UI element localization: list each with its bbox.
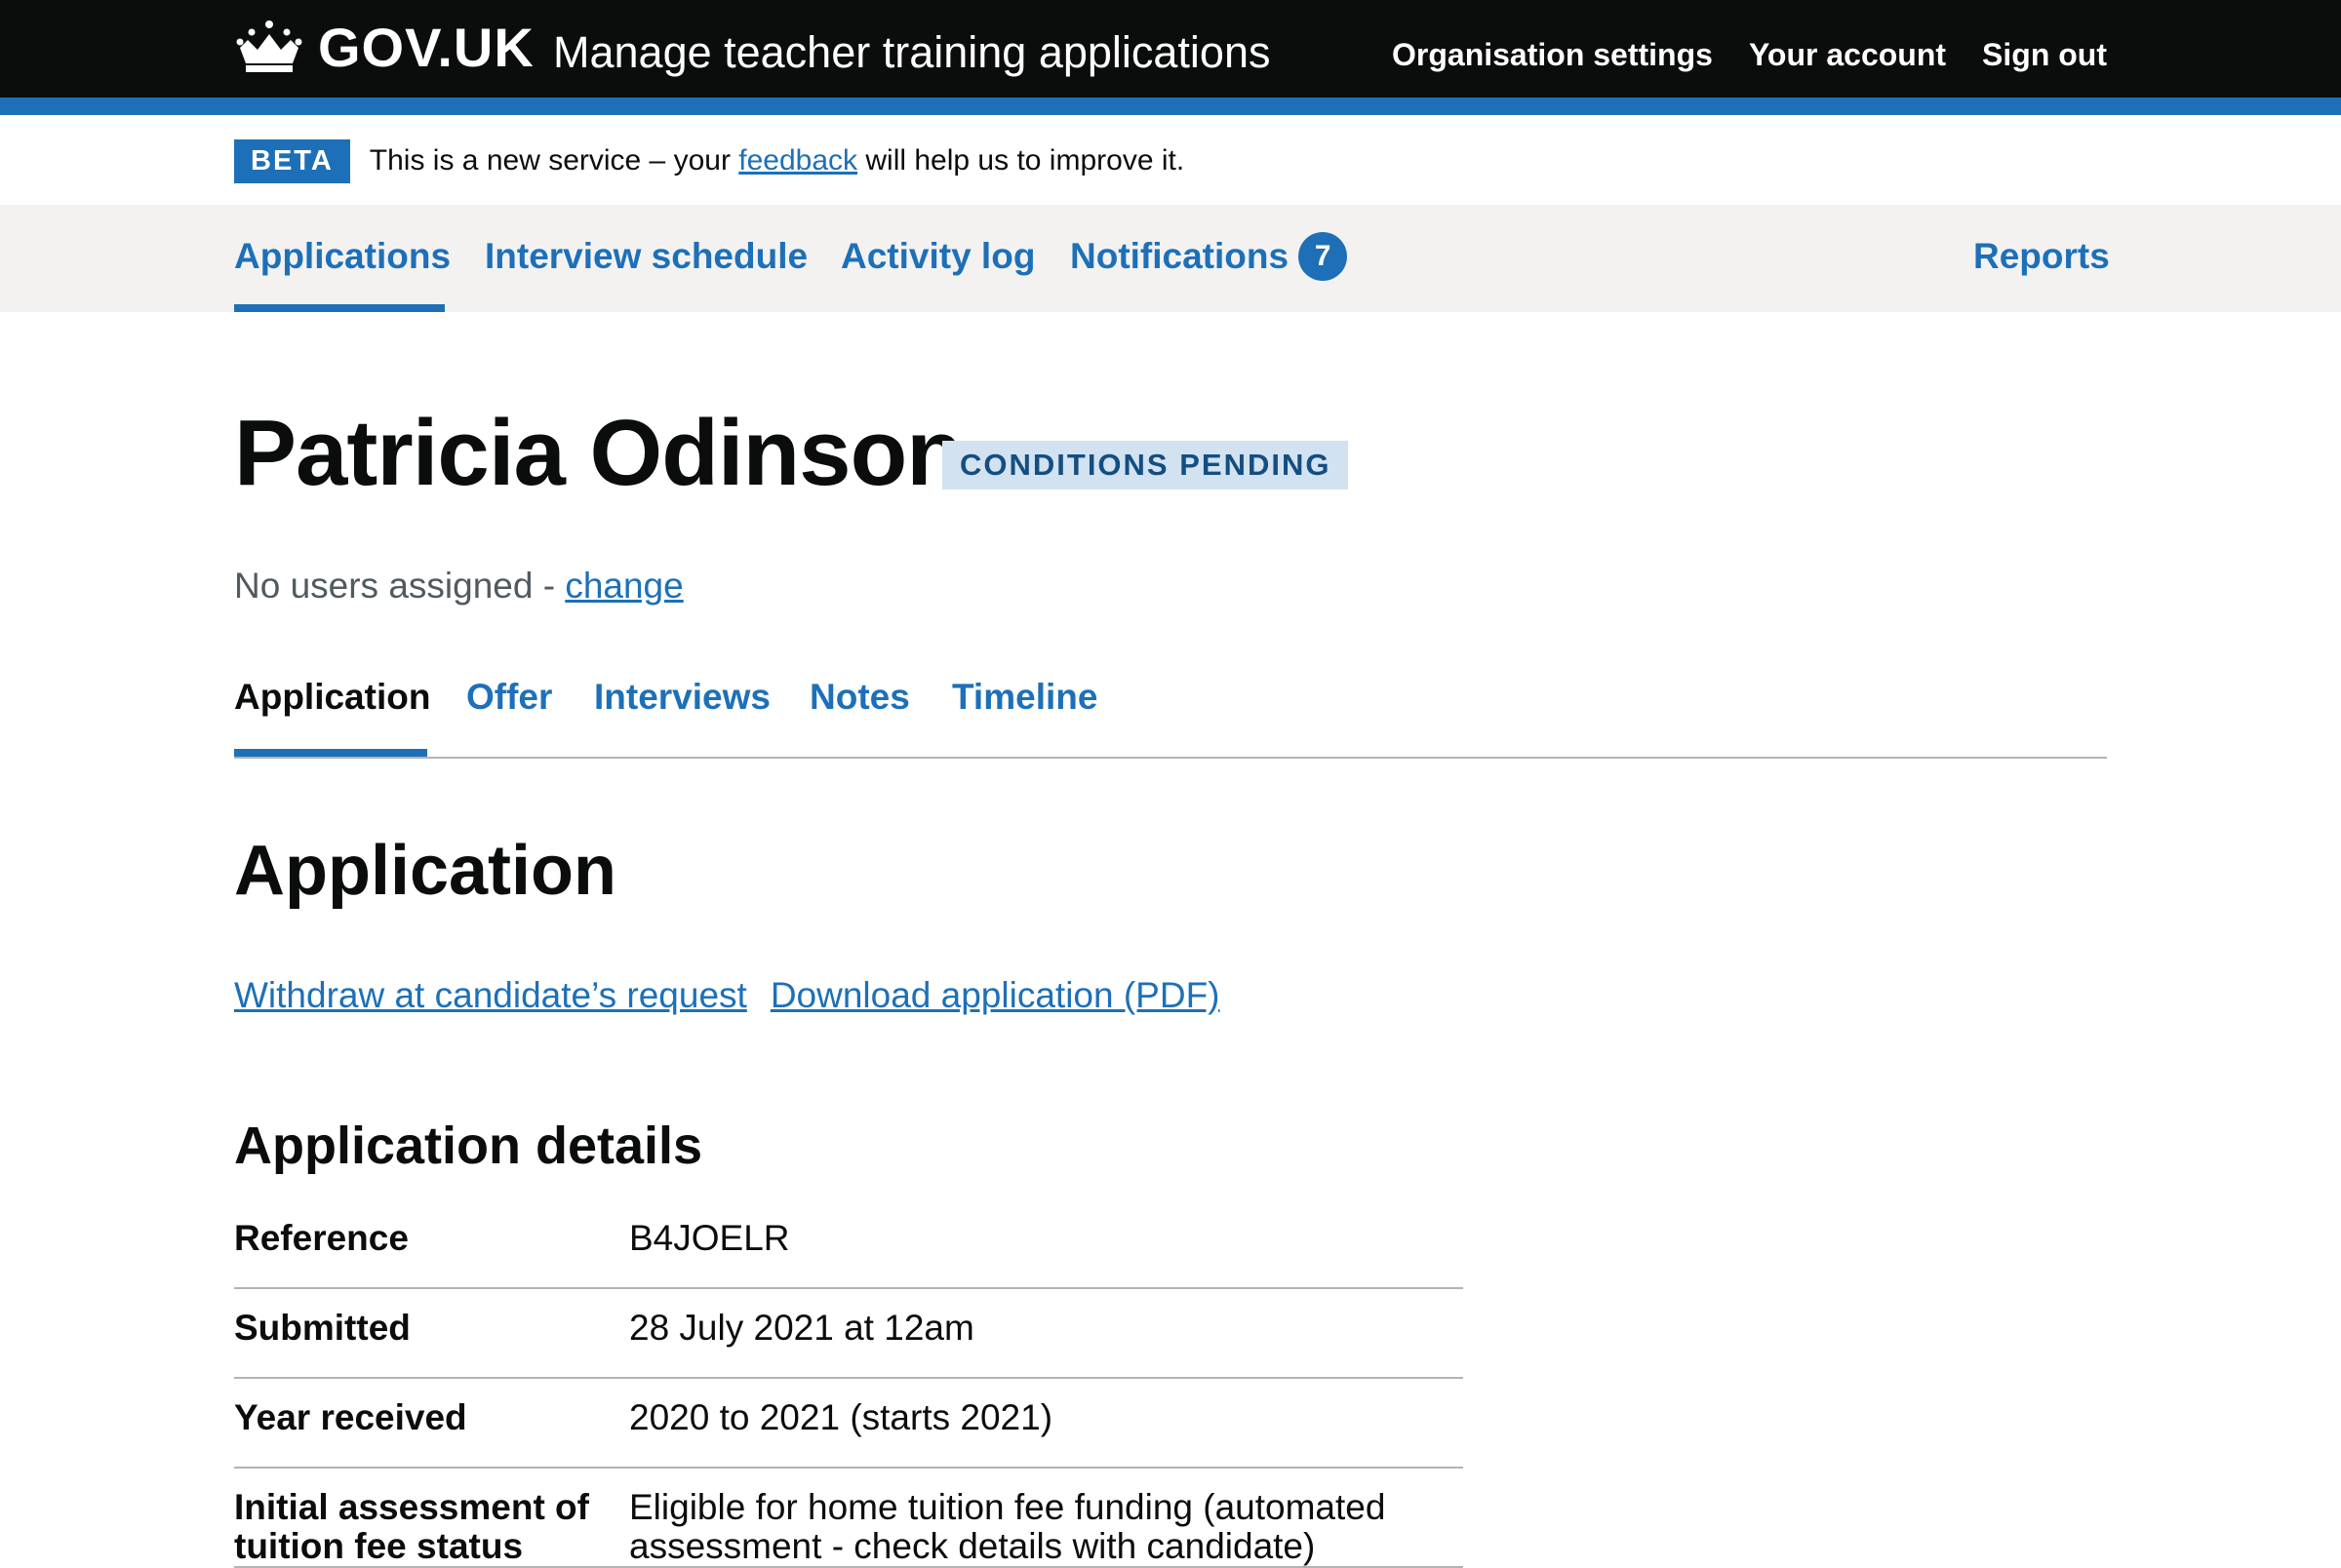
nav-reports[interactable]: Reports	[1973, 236, 2110, 277]
status-badge: CONDITIONS PENDING	[942, 441, 1349, 490]
summary-row: Year received 2020 to 2021 (starts 2021)	[234, 1379, 1463, 1469]
govuk-logo-link[interactable]: GOV.UK	[234, 16, 535, 78]
beta-text-after: will help us to improve it.	[857, 144, 1185, 176]
application-details-list: Reference B4JOELR Submitted 28 July 2021…	[234, 1199, 1463, 1568]
primary-nav: Applications Interview schedule Activity…	[0, 205, 2341, 312]
summary-key: Initial assessment of tuition fee status	[234, 1487, 589, 1566]
your-account-link[interactable]: Your account	[1749, 37, 1946, 73]
assignment-text: No users assigned -	[234, 566, 566, 606]
summary-value: B4JOELR	[629, 1218, 790, 1258]
summary-row: Initial assessment of tuition fee status…	[234, 1469, 1463, 1568]
summary-key: Reference	[234, 1218, 409, 1258]
tab-timeline[interactable]: Timeline	[952, 677, 1097, 718]
notifications-count-badge: 7	[1298, 232, 1348, 281]
header-nav: Organisation settings Your account Sign …	[1392, 37, 2107, 73]
summary-value: 28 July 2021 at 12am	[629, 1308, 974, 1348]
sign-out-link[interactable]: Sign out	[1982, 37, 2107, 73]
page-title: Patricia Odinson	[234, 401, 964, 505]
nav-notifications-label: Notifications	[1070, 236, 1290, 276]
application-tabs: Application Offer Interviews Notes Timel…	[234, 677, 2107, 759]
change-assignment-link[interactable]: change	[565, 566, 683, 606]
header-accent-bar	[0, 98, 2341, 115]
tab-offer[interactable]: Offer	[466, 677, 552, 718]
nav-interview-schedule[interactable]: Interview schedule	[485, 236, 808, 277]
beta-text: This is a new service – your feedback wi…	[370, 144, 1184, 177]
summary-value: 2020 to 2021 (starts 2021)	[629, 1397, 1053, 1437]
summary-row: Reference B4JOELR	[234, 1199, 1463, 1289]
nav-active-indicator	[234, 304, 445, 312]
application-actions: Withdraw at candidate’s request Download …	[234, 975, 1244, 1016]
section-heading: Application	[234, 832, 616, 910]
crown-icon	[236, 20, 302, 72]
tab-notes[interactable]: Notes	[810, 677, 910, 718]
nav-notifications[interactable]: Notifications 7	[1070, 232, 1348, 281]
summary-value: Eligible for home tuition fee funding (a…	[629, 1487, 1386, 1566]
tab-active-indicator	[234, 749, 427, 757]
logo-text: GOV.UK	[318, 16, 535, 78]
beta-text-before: This is a new service – your	[369, 144, 739, 176]
nav-applications[interactable]: Applications	[234, 236, 451, 277]
phase-banner: BETA This is a new service – your feedba…	[234, 137, 1184, 185]
withdraw-link[interactable]: Withdraw at candidate’s request	[234, 975, 747, 1015]
nav-activity-log[interactable]: Activity log	[841, 236, 1035, 277]
assignment-info: No users assigned - change	[234, 566, 684, 607]
service-name[interactable]: Manage teacher training applications	[553, 27, 1270, 78]
summary-key: Year received	[234, 1397, 467, 1437]
summary-key: Submitted	[234, 1308, 411, 1348]
tab-application[interactable]: Application	[234, 677, 430, 718]
feedback-link[interactable]: feedback	[738, 144, 857, 176]
tab-interviews[interactable]: Interviews	[594, 677, 771, 718]
beta-tag: BETA	[234, 138, 350, 183]
summary-row: Submitted 28 July 2021 at 12am	[234, 1289, 1463, 1379]
organisation-settings-link[interactable]: Organisation settings	[1392, 37, 1713, 73]
site-header: GOV.UK Manage teacher training applicati…	[0, 0, 2341, 98]
download-pdf-link[interactable]: Download application (PDF)	[771, 975, 1220, 1015]
details-heading: Application details	[234, 1117, 703, 1175]
